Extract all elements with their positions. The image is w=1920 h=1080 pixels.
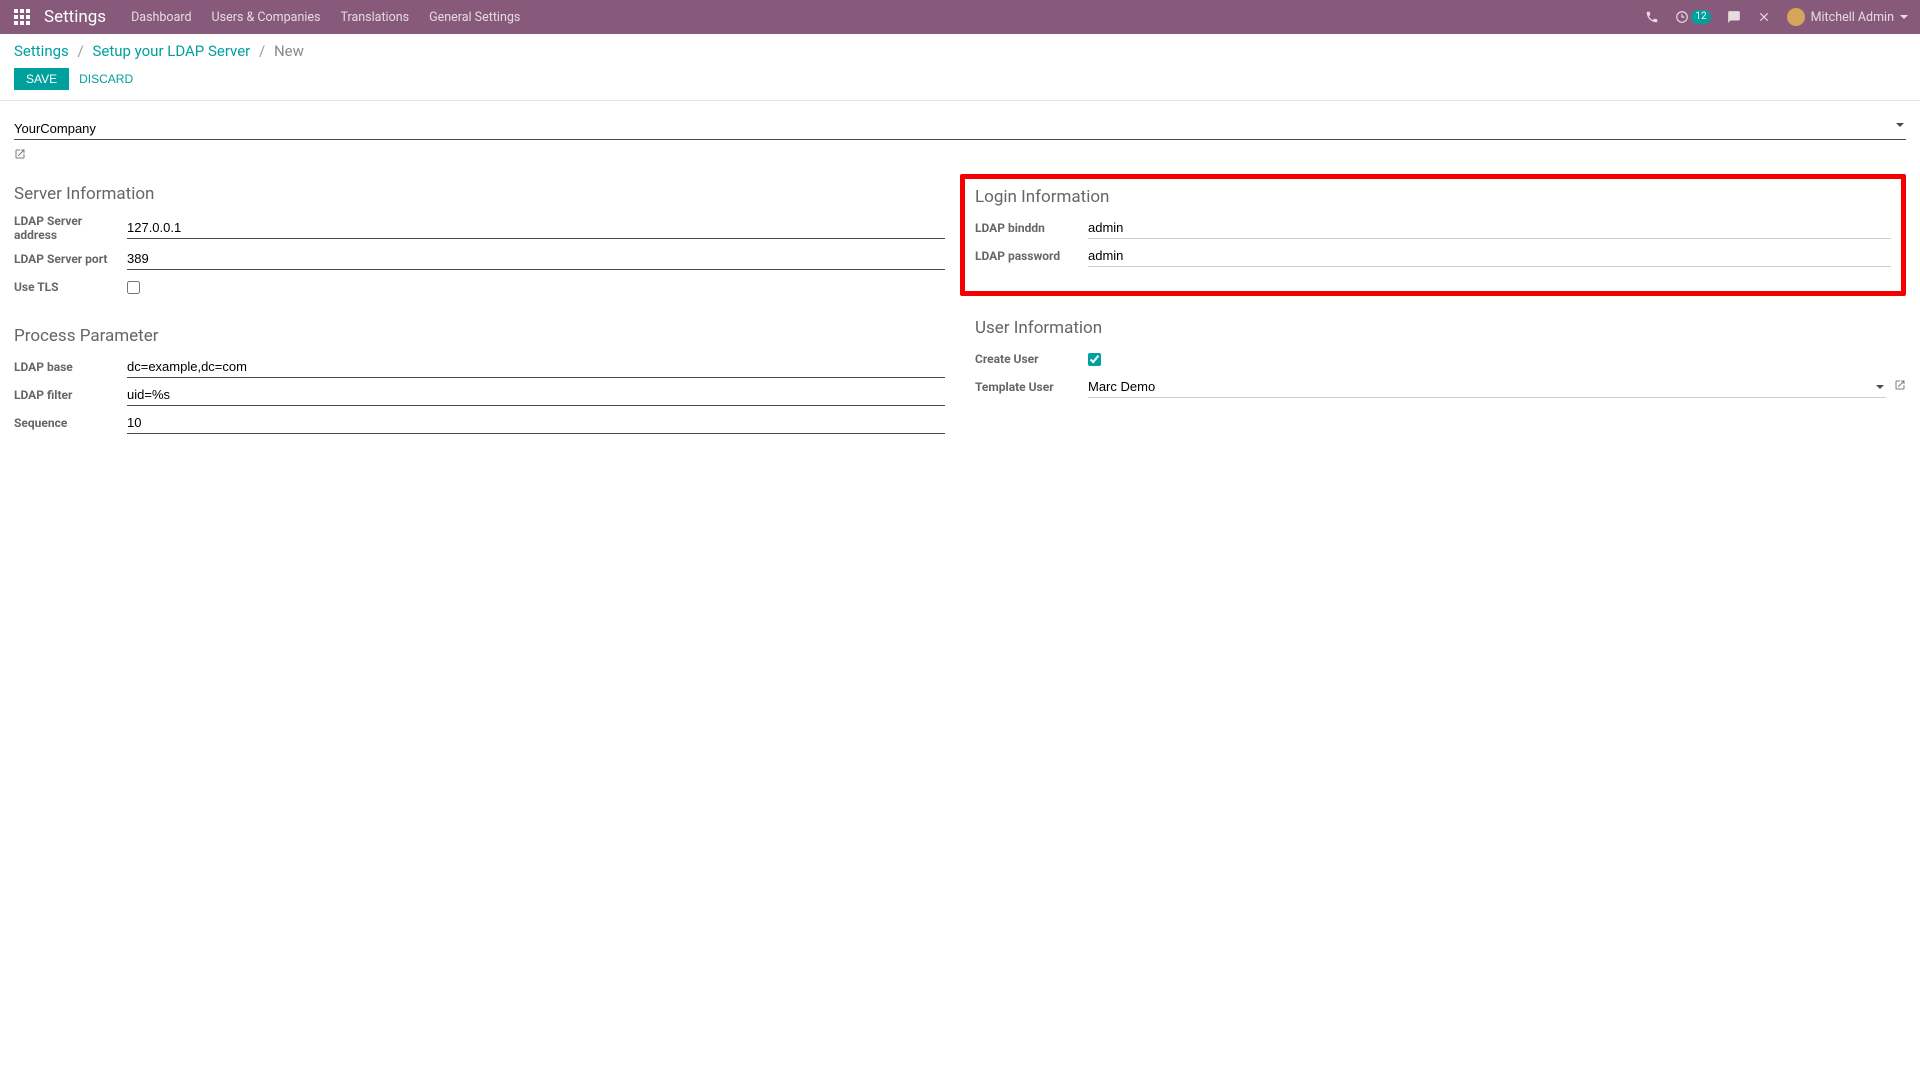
chat-icon[interactable] — [1727, 10, 1741, 24]
caret-down-icon — [1900, 15, 1908, 19]
login-info-title: Login Information — [975, 187, 1891, 207]
menu-users-companies[interactable]: Users & Companies — [212, 10, 321, 25]
ldap-filter-label: LDAP filter — [14, 388, 127, 402]
breadcrumb: Settings / Setup your LDAP Server / New — [14, 42, 1906, 60]
ldap-address-label: LDAP Server address — [14, 214, 127, 242]
ldap-port-input[interactable] — [127, 249, 945, 270]
ldap-password-label: LDAP password — [975, 249, 1088, 263]
ldap-port-label: LDAP Server port — [14, 252, 127, 266]
use-tls-checkbox[interactable] — [127, 281, 140, 294]
external-link-icon[interactable] — [14, 148, 26, 164]
breadcrumb-ldap[interactable]: Setup your LDAP Server — [92, 42, 250, 60]
menu-general-settings[interactable]: General Settings — [429, 10, 520, 25]
menu-dashboard[interactable]: Dashboard — [131, 10, 191, 25]
navbar-menu: Dashboard Users & Companies Translations… — [131, 10, 520, 25]
right-column: Login Information LDAP binddn LDAP passw… — [975, 184, 1906, 462]
menu-translations[interactable]: Translations — [340, 10, 409, 25]
login-info-highlight: Login Information LDAP binddn LDAP passw… — [960, 174, 1906, 296]
close-icon[interactable] — [1757, 10, 1771, 24]
apps-grid-icon[interactable] — [12, 7, 32, 27]
template-user-select[interactable] — [1088, 377, 1886, 398]
avatar — [1787, 8, 1805, 26]
server-info-title: Server Information — [14, 184, 945, 204]
sequence-input[interactable] — [127, 413, 945, 434]
breadcrumb-current: New — [274, 42, 304, 60]
ldap-filter-input[interactable] — [127, 385, 945, 406]
navbar-right: 12 Mitchell Admin — [1645, 8, 1908, 26]
ldap-base-input[interactable] — [127, 357, 945, 378]
save-button[interactable]: Save — [14, 68, 69, 90]
left-column: Server Information LDAP Server address L… — [14, 184, 945, 462]
user-info-title: User Information — [975, 318, 1906, 338]
ldap-binddn-label: LDAP binddn — [975, 221, 1088, 235]
user-name-label: Mitchell Admin — [1811, 10, 1894, 25]
user-menu[interactable]: Mitchell Admin — [1787, 8, 1908, 26]
ldap-address-input[interactable] — [127, 218, 945, 239]
create-user-label: Create User — [975, 352, 1088, 366]
external-link-icon[interactable] — [1894, 379, 1906, 395]
template-user-label: Template User — [975, 380, 1088, 394]
ldap-base-label: LDAP base — [14, 360, 127, 374]
create-user-checkbox[interactable] — [1088, 353, 1101, 366]
form-sheet: Server Information LDAP Server address L… — [0, 101, 1920, 480]
activity-icon[interactable]: 12 — [1675, 10, 1710, 24]
sequence-label: Sequence — [14, 416, 127, 430]
app-title[interactable]: Settings — [44, 7, 106, 27]
phone-icon[interactable] — [1645, 10, 1659, 24]
use-tls-label: Use TLS — [14, 280, 127, 294]
ldap-password-input[interactable] — [1088, 246, 1891, 267]
company-field[interactable] — [14, 119, 1906, 140]
top-navbar: Settings Dashboard Users & Companies Tra… — [0, 0, 1920, 34]
activity-badge: 12 — [1691, 10, 1710, 24]
control-panel: Settings / Setup your LDAP Server / New … — [0, 34, 1920, 101]
ldap-binddn-input[interactable] — [1088, 218, 1891, 239]
process-param-title: Process Parameter — [14, 326, 945, 346]
discard-button[interactable]: Discard — [79, 72, 133, 86]
breadcrumb-settings[interactable]: Settings — [14, 42, 69, 60]
